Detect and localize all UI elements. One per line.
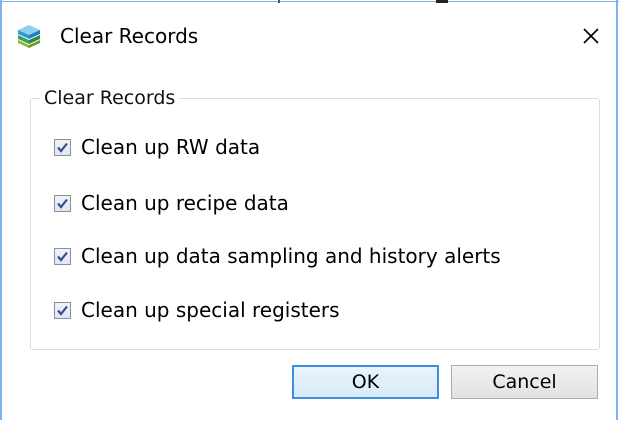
checkbox-recipe-data[interactable] — [54, 194, 71, 212]
window-frame-right — [616, 0, 618, 420]
app-stack-icon — [16, 23, 42, 49]
clear-records-dialog: Clear Records Clear Records Clean up RW … — [0, 0, 619, 434]
checkbox-sampling-history[interactable] — [54, 247, 71, 265]
window-title: Clear Records — [60, 24, 199, 48]
checkmark-icon — [57, 305, 68, 316]
option-clean-rw-data[interactable]: Clean up RW data — [54, 133, 260, 161]
option-clean-special-registers[interactable]: Clean up special registers — [54, 296, 340, 324]
checkmark-icon — [57, 142, 68, 153]
option-clean-recipe-data[interactable]: Clean up recipe data — [54, 189, 289, 217]
frame-top-border — [0, 1, 619, 2]
option-label: Clean up special registers — [81, 298, 340, 322]
option-label: Clean up data sampling and history alert… — [81, 244, 501, 268]
checkmark-icon — [57, 251, 68, 262]
cancel-button[interactable]: Cancel — [451, 365, 598, 399]
title-bar[interactable]: Clear Records — [2, 3, 616, 67]
option-clean-sampling-history[interactable]: Clean up data sampling and history alert… — [54, 242, 501, 270]
ok-button[interactable]: OK — [292, 365, 439, 399]
groupbox-legend: Clear Records — [40, 86, 180, 110]
option-label: Clean up RW data — [81, 135, 261, 159]
checkmark-icon — [57, 198, 68, 209]
close-button[interactable] — [572, 17, 610, 55]
close-icon[interactable] — [582, 27, 600, 45]
checkbox-rw-data[interactable] — [54, 138, 71, 156]
checkbox-special-registers[interactable] — [54, 301, 71, 319]
option-label: Clean up recipe data — [81, 191, 289, 215]
